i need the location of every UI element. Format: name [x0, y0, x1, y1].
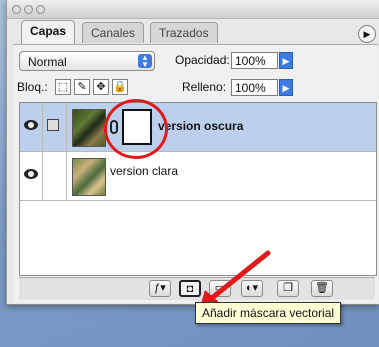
opacity-label: Opacidad: [175, 53, 230, 67]
eye-icon [24, 120, 38, 130]
palette-menu-button[interactable]: ▶ [358, 25, 376, 43]
close-window-button[interactable] [12, 5, 21, 14]
visibility-toggle[interactable] [20, 103, 43, 151]
mask-link-cell[interactable] [42, 103, 67, 151]
new-layer-icon[interactable]: ❐ [277, 280, 299, 297]
opacity-input[interactable]: 100% [231, 52, 278, 69]
lock-label: Bloq.: [17, 80, 48, 94]
opacity-slider-button[interactable]: ▶ [279, 52, 293, 69]
palette-tabs: Capas Canales Trazados ▶ [7, 18, 379, 44]
lock-transparency-icon[interactable]: ⬚ [55, 79, 71, 95]
minimize-window-button[interactable] [24, 5, 33, 14]
fill-label: Relleno: [182, 80, 227, 94]
layers-palette: Capas Canales Trazados ▶ Normal ▲ ▼ Opaci… [6, 0, 379, 310]
mask-link-cell[interactable] [42, 152, 67, 200]
lock-pixels-icon[interactable]: ✎ [74, 79, 90, 95]
layer-thumbnail [72, 109, 106, 147]
palette-content: Normal ▲ ▼ Opacidad: 100% ▶ Bloq.: ⬚ ✎ ✥ … [13, 44, 378, 310]
visibility-toggle[interactable] [20, 152, 43, 200]
trash-icon[interactable]: 🗑 [311, 280, 333, 297]
lock-all-icon[interactable]: 🔒 [112, 79, 128, 95]
blend-mode-value: Normal [28, 55, 67, 69]
tab-capas[interactable]: Capas [21, 20, 76, 44]
blend-mode-select[interactable]: Normal ▲ ▼ [19, 51, 155, 71]
layer-name: version oscura [158, 119, 244, 133]
lock-row: Bloq.: ⬚ ✎ ✥ 🔒 Relleno: 100% ▶ [17, 78, 374, 100]
eye-icon [24, 169, 38, 179]
fill-slider-button[interactable]: ▶ [279, 79, 293, 96]
layer-thumbnail [72, 158, 106, 196]
palette-titlebar[interactable] [7, 0, 379, 19]
annotation-circle [104, 99, 168, 159]
tab-trazados[interactable]: Trazados [150, 22, 218, 43]
tooltip: Añadir máscara vectorial [195, 302, 342, 324]
blend-row: Normal ▲ ▼ Opacidad: 100% ▶ [19, 51, 374, 73]
add-layer-style-icon[interactable]: ƒ▾ [149, 280, 171, 297]
fill-input[interactable]: 100% [231, 79, 278, 96]
layer-mask-state-icon [47, 119, 59, 131]
layer-row-version-clara[interactable]: version clara [20, 152, 376, 201]
zoom-window-button[interactable] [36, 5, 45, 14]
lock-position-icon[interactable]: ✥ [93, 79, 109, 95]
layer-row-version-oscura[interactable]: version oscura [20, 103, 376, 152]
select-arrows-icon: ▲ ▼ [138, 54, 152, 69]
layer-name: version clara [110, 164, 179, 178]
tab-canales[interactable]: Canales [82, 22, 145, 43]
